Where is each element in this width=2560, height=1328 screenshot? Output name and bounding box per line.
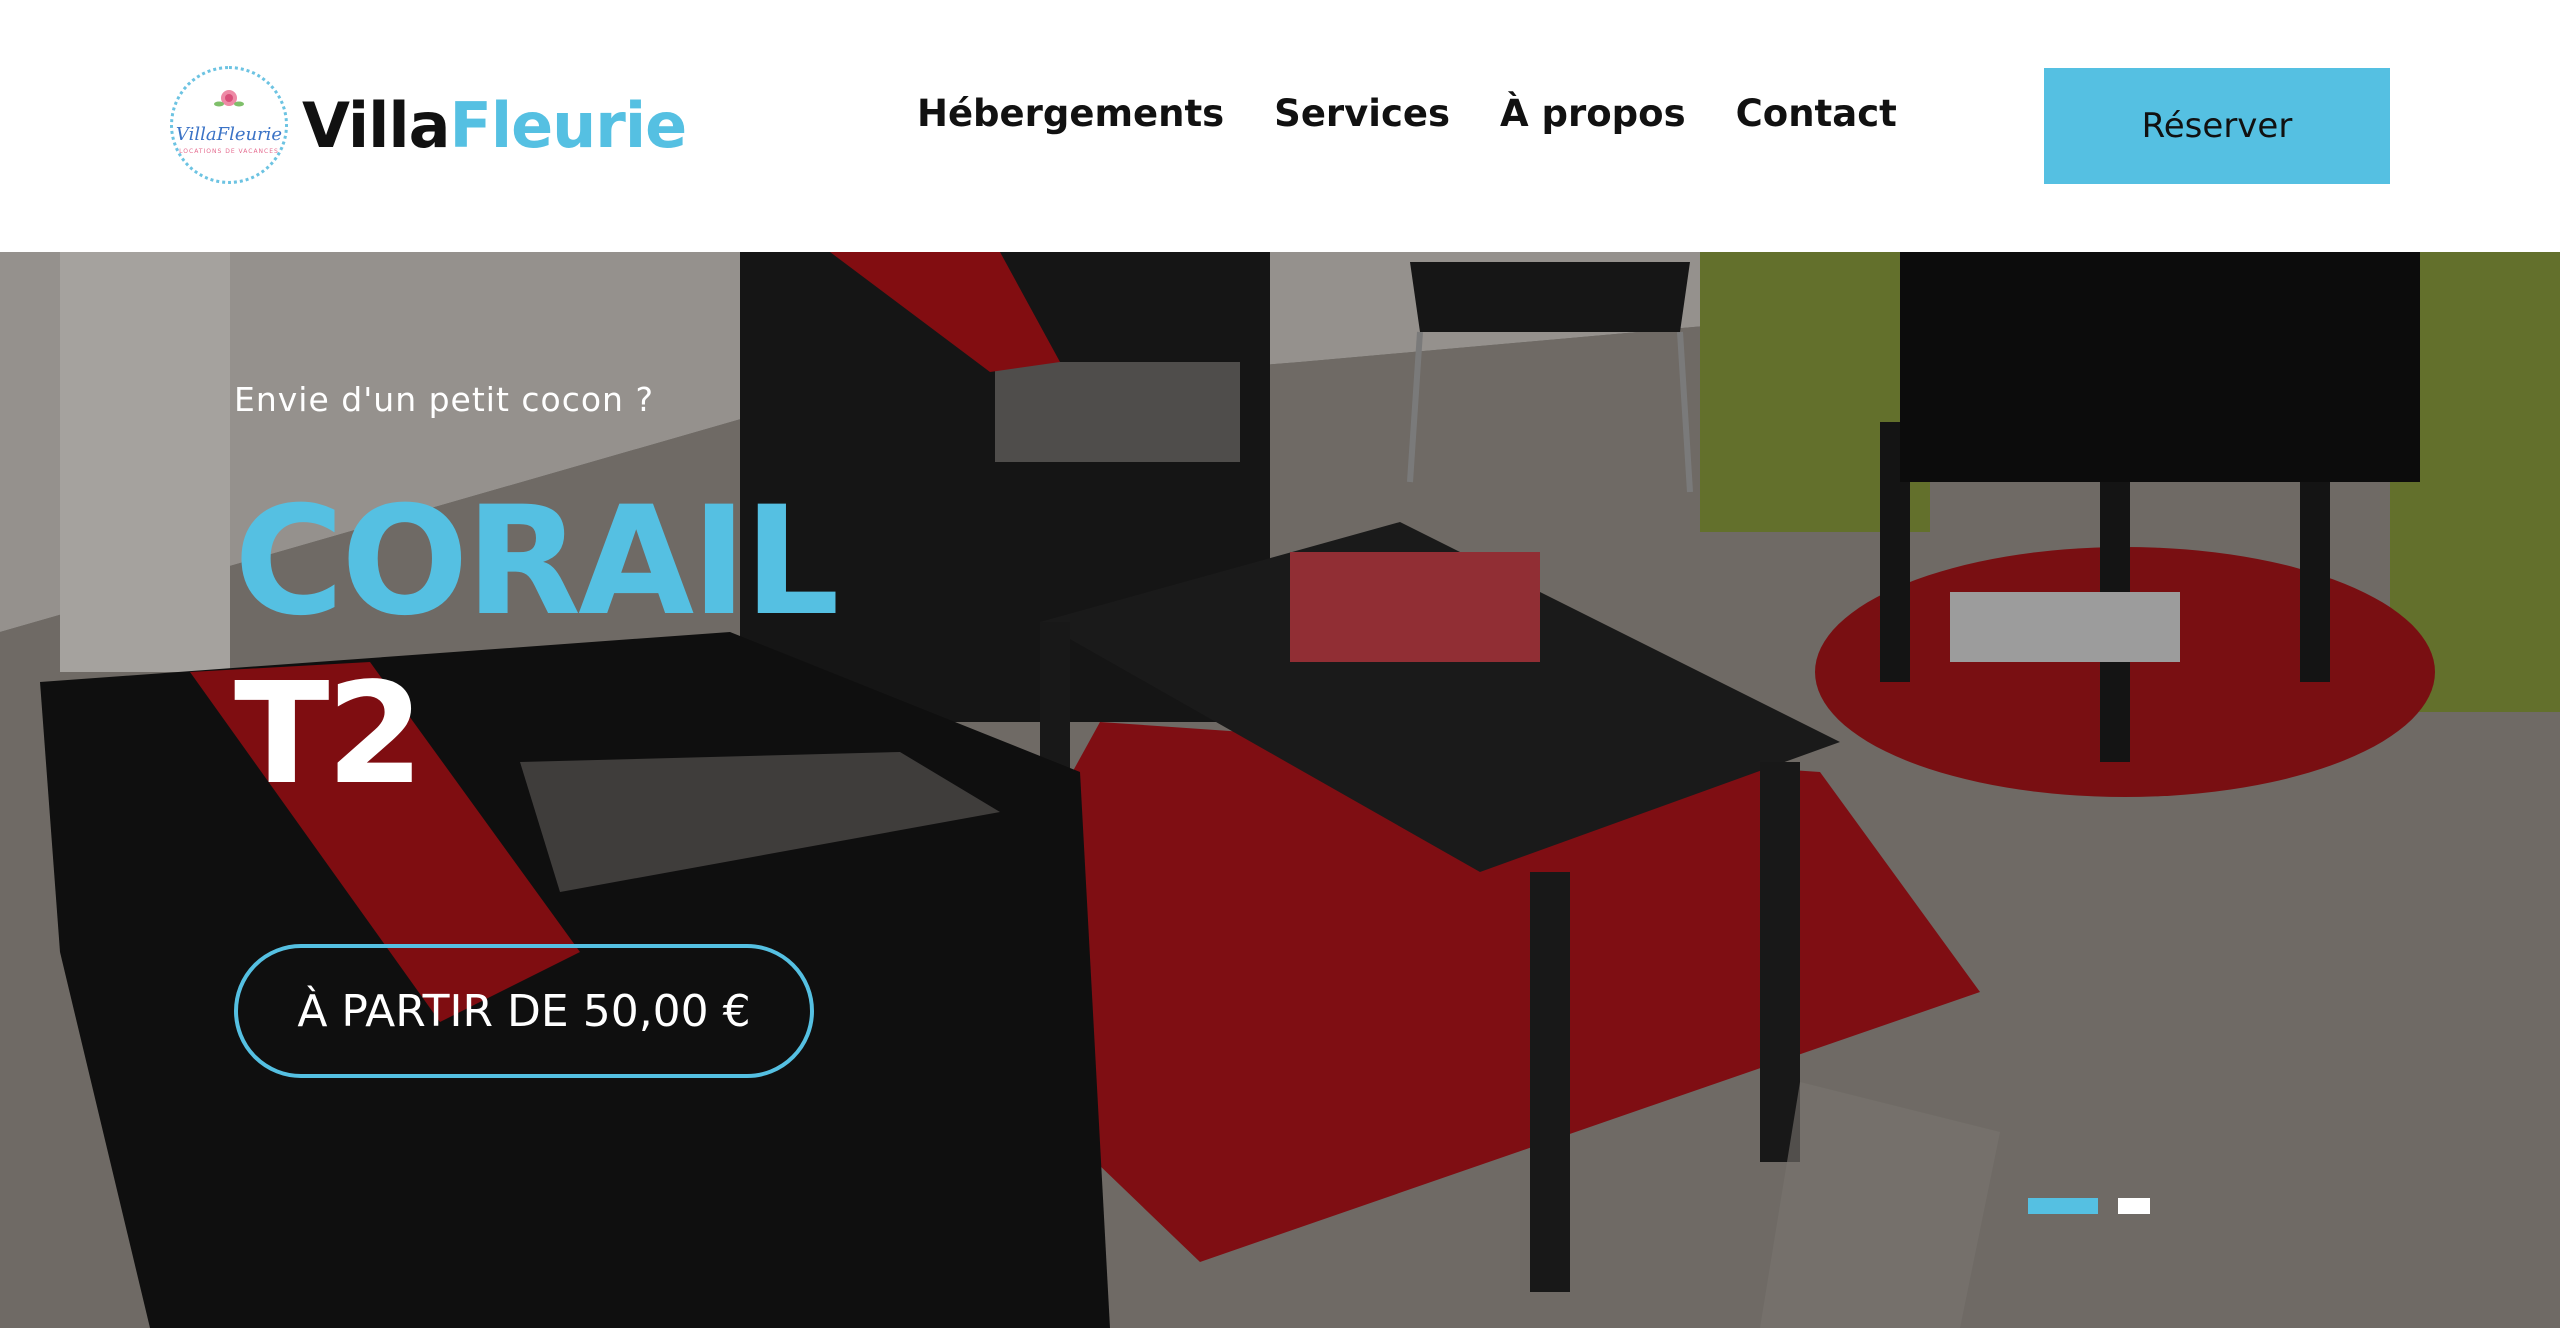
- nav-item-services[interactable]: Services: [1274, 92, 1450, 135]
- slider-dots: [2028, 1198, 2150, 1214]
- slider-dot-1[interactable]: [2028, 1198, 2098, 1214]
- nav-item-a-propos[interactable]: À propos: [1500, 92, 1686, 135]
- hero-title-line1: CORAIL: [234, 475, 840, 649]
- slider-dot-2[interactable]: [2118, 1198, 2150, 1214]
- nav-item-contact[interactable]: Contact: [1736, 92, 1897, 135]
- logo[interactable]: VillaFleurie LOCATIONS DE VACANCES Villa…: [170, 66, 688, 184]
- brand-name-part1: Villa: [302, 88, 450, 162]
- hero-title-line2: T2: [234, 653, 424, 816]
- brand-name-part2: Fleurie: [449, 88, 688, 162]
- logo-badge-subtext: LOCATIONS DE VACANCES: [179, 148, 279, 155]
- main-nav: Hébergements Services À propos Contact: [917, 92, 1897, 135]
- logo-badge-text: VillaFleurie: [175, 123, 283, 145]
- flower-icon: [214, 90, 244, 107]
- reserve-button[interactable]: Réserver: [2044, 68, 2390, 184]
- price-button[interactable]: À PARTIR DE 50,00 €: [234, 944, 814, 1078]
- site-header: VillaFleurie LOCATIONS DE VACANCES Villa…: [0, 0, 2560, 252]
- hero-slider: Envie d'un petit cocon ? CORAIL T2 À PAR…: [0, 252, 2560, 1328]
- hero-kicker: Envie d'un petit cocon ?: [234, 380, 654, 419]
- nav-item-hebergements[interactable]: Hébergements: [917, 92, 1224, 135]
- brand-name: VillaFleurie: [302, 88, 688, 162]
- logo-badge-icon: VillaFleurie LOCATIONS DE VACANCES: [170, 66, 288, 184]
